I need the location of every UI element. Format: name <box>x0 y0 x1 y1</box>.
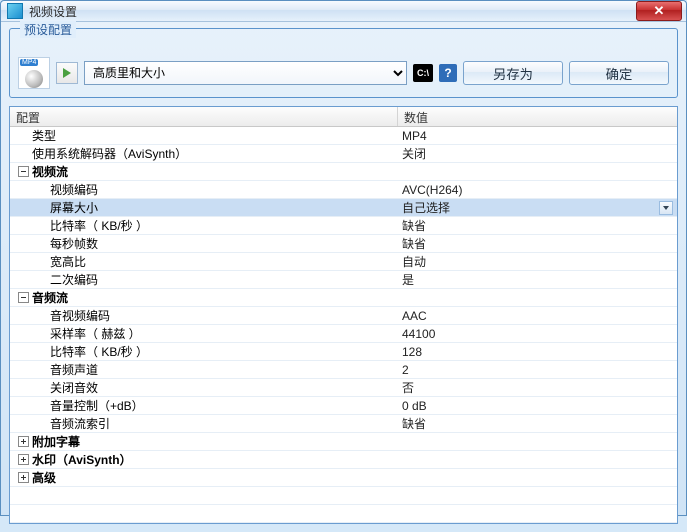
header-config: 配置 <box>10 107 398 126</box>
row-srate[interactable]: 采样率（ 赫兹 ） 44100 <box>10 325 677 343</box>
dropdown-arrow-icon[interactable] <box>659 201 673 215</box>
expand-icon[interactable] <box>18 472 29 483</box>
play-icon <box>56 62 78 84</box>
preset-legend: 预设配置 <box>20 21 76 38</box>
cmd-icon[interactable]: C:\ <box>413 64 433 82</box>
preset-fieldset: 预设配置 高质里和大小 C:\ ? 另存为 确定 <box>9 28 678 98</box>
row-vcodec[interactable]: 视频编码 AVC(H264) <box>10 181 677 199</box>
row-subs-group[interactable]: 附加字幕 <box>10 433 677 451</box>
row-channels[interactable]: 音频声道 2 <box>10 361 677 379</box>
help-icon[interactable]: ? <box>439 64 457 82</box>
row-aindex[interactable]: 音频流索引 缺省 <box>10 415 677 433</box>
grid-body: 类型 MP4 使用系统解码器（AviSynth） 关闭 视频流 视频编码 AVC… <box>10 127 677 523</box>
expand-icon[interactable] <box>18 436 29 447</box>
row-fps[interactable]: 每秒帧数 缺省 <box>10 235 677 253</box>
row-twopass[interactable]: 二次编码 是 <box>10 271 677 289</box>
row-type[interactable]: 类型 MP4 <box>10 127 677 145</box>
mp4-icon <box>18 57 50 89</box>
row-advanced-group[interactable]: 高级 <box>10 469 677 487</box>
row-mute[interactable]: 关闭音效 否 <box>10 379 677 397</box>
header-value: 数值 <box>398 107 677 126</box>
row-video-group[interactable]: 视频流 <box>10 163 677 181</box>
app-icon <box>7 3 23 19</box>
window-title: 视频设置 <box>29 3 636 20</box>
collapse-icon[interactable] <box>18 292 29 303</box>
row-abitrate[interactable]: 比特率（ KB/秒 ） 128 <box>10 343 677 361</box>
ok-button[interactable]: 确定 <box>569 61 669 85</box>
row-screen-size[interactable]: 屏幕大小 自己选择 <box>10 199 677 217</box>
row-vbitrate[interactable]: 比特率（ KB/秒 ） 缺省 <box>10 217 677 235</box>
saveas-button[interactable]: 另存为 <box>463 61 563 85</box>
row-volume[interactable]: 音量控制（+dB） 0 dB <box>10 397 677 415</box>
row-avisynth[interactable]: 使用系统解码器（AviSynth） 关闭 <box>10 145 677 163</box>
content-area: 预设配置 高质里和大小 C:\ ? 另存为 确定 配置 数值 类型 <box>1 22 686 532</box>
close-button[interactable]: ✕ <box>636 1 682 21</box>
row-audio-group[interactable]: 音频流 <box>10 289 677 307</box>
window: 视频设置 ✕ 预设配置 高质里和大小 C:\ ? 另存为 确定 配置 数值 <box>0 0 687 516</box>
row-empty <box>10 487 677 505</box>
row-empty <box>10 505 677 523</box>
property-grid: 配置 数值 类型 MP4 使用系统解码器（AviSynth） 关闭 视频流 视频… <box>9 106 678 524</box>
grid-header: 配置 数值 <box>10 107 677 127</box>
row-acodec[interactable]: 音视频编码 AAC <box>10 307 677 325</box>
preset-row: 高质里和大小 C:\ ? 另存为 确定 <box>18 57 669 89</box>
preset-select[interactable]: 高质里和大小 <box>84 61 407 85</box>
expand-icon[interactable] <box>18 454 29 465</box>
titlebar: 视频设置 ✕ <box>1 1 686 22</box>
collapse-icon[interactable] <box>18 166 29 177</box>
row-watermark-group[interactable]: 水印（AviSynth） <box>10 451 677 469</box>
row-aspect[interactable]: 宽高比 自动 <box>10 253 677 271</box>
